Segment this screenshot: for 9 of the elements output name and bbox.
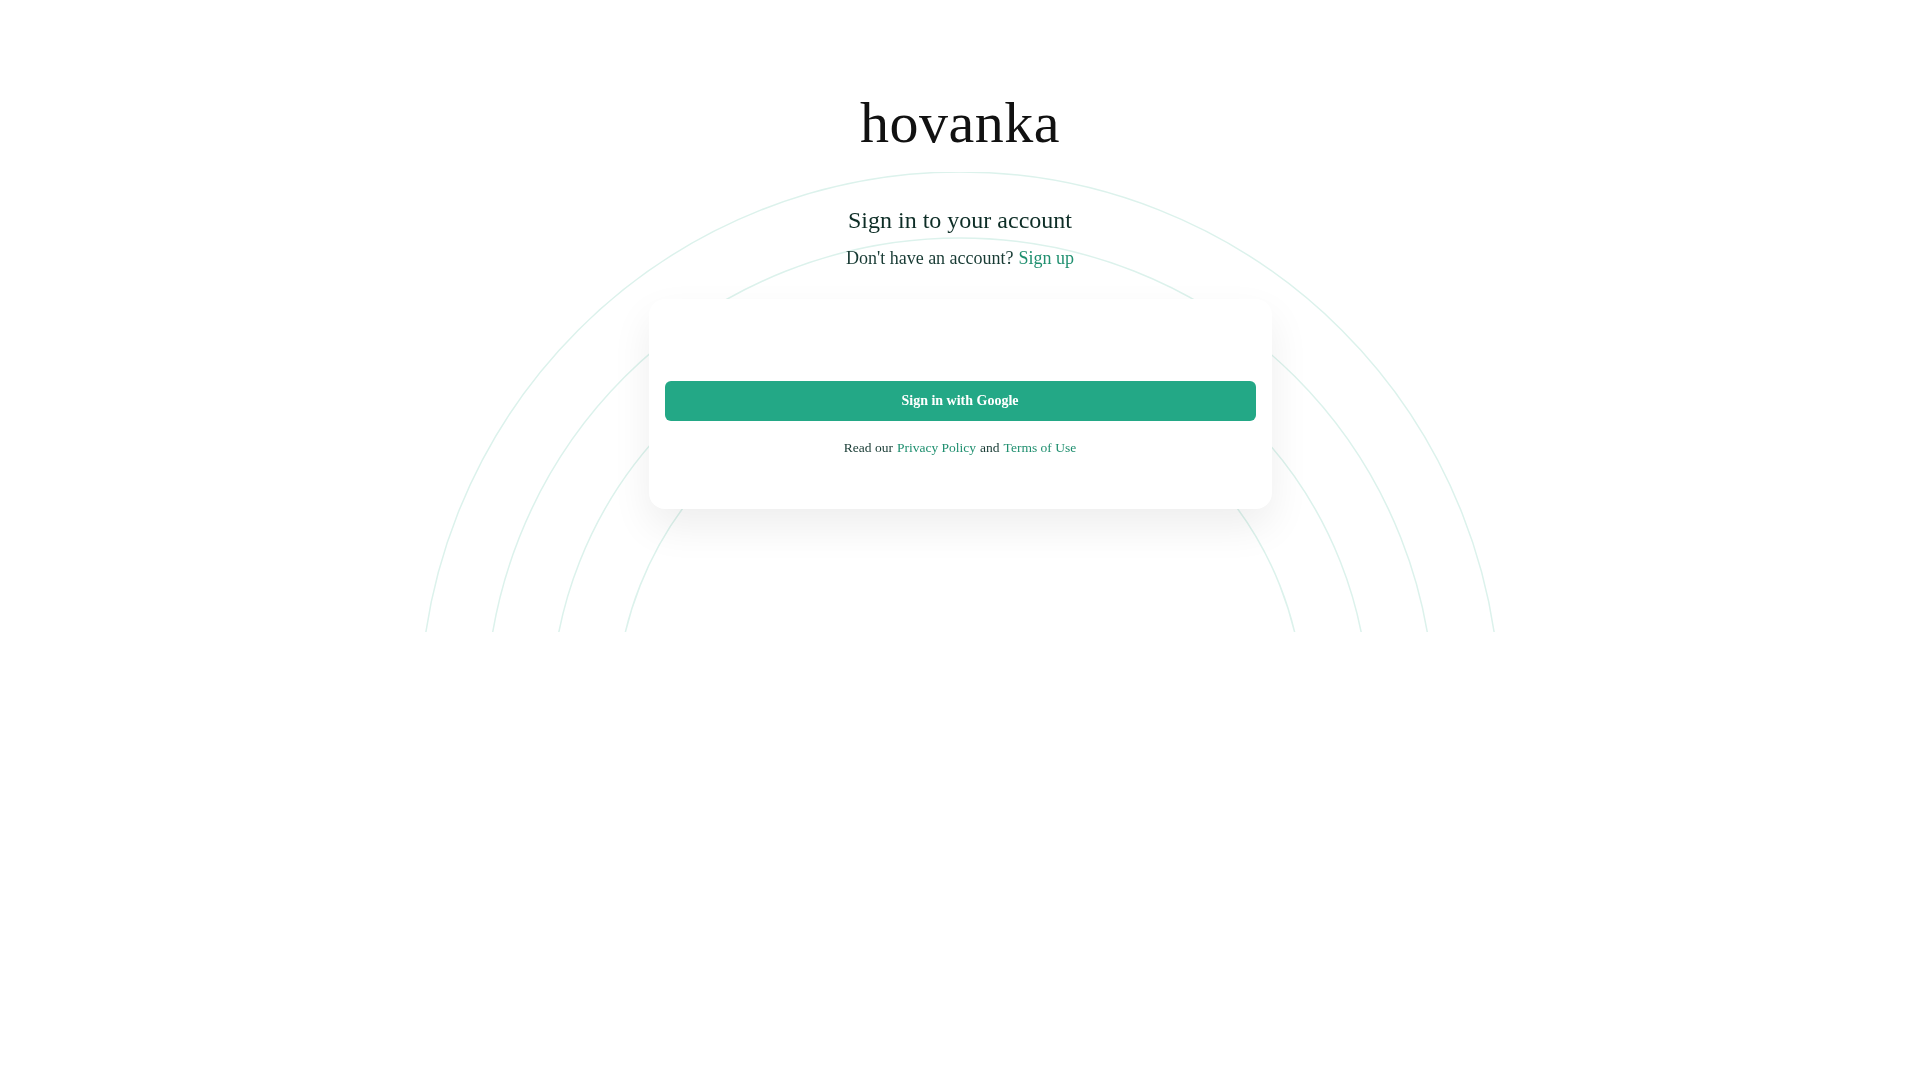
legal-text: Read our <box>843 439 893 456</box>
terms-link[interactable]: Terms of Use <box>1003 439 1077 456</box>
privacy-link[interactable]: Privacy Policy <box>896 439 977 456</box>
logo: hovanka <box>860 94 1060 152</box>
signup-prompt: Don't have an account? <box>845 247 1014 269</box>
signup-link[interactable]: Sign up <box>1018 247 1075 269</box>
google-signin-button[interactable]: Sign in with Google <box>664 380 1256 421</box>
legal-text: and <box>980 439 1000 456</box>
page-title: Sign in to your account <box>848 206 1072 235</box>
